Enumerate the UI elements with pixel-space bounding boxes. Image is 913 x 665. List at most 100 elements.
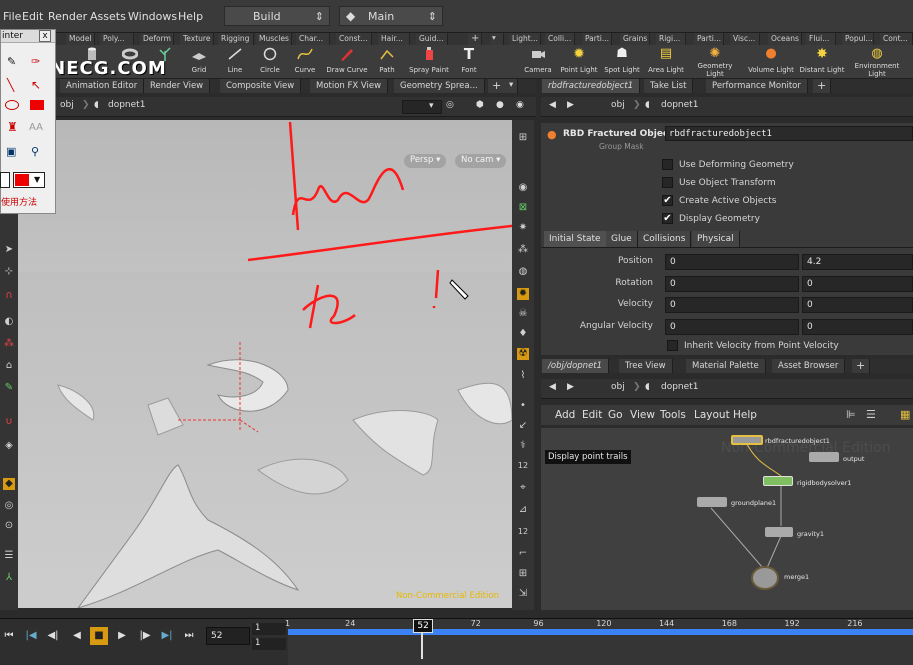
rotation-y-field[interactable]: 0 — [802, 276, 913, 292]
eye-icon[interactable]: ◉ — [517, 182, 529, 194]
list-icon[interactable]: ☰ — [866, 408, 876, 421]
shelf-tool-point-light[interactable]: ✹ Point Light — [558, 47, 600, 79]
shelf-tool-path[interactable]: Path — [368, 47, 406, 79]
jump-end-icon[interactable]: ⏭ — [180, 627, 198, 645]
shelf-tab-parti-2[interactable]: Parti... — [694, 33, 724, 45]
path-root[interactable]: obj — [611, 100, 625, 114]
menu-windows[interactable]: Windows — [128, 10, 177, 23]
pane-menu-icon[interactable]: ▾ — [505, 79, 519, 93]
pose-icon[interactable]: ⌂ — [3, 360, 15, 372]
angular-velocity-y-field[interactable]: 0 — [802, 319, 913, 335]
ellipse-tool-icon[interactable] — [5, 100, 19, 110]
shelf-tab-oceans[interactable]: Oceans — [768, 33, 802, 45]
camera-view-icon[interactable]: ◉ — [516, 100, 524, 114]
create-active-objects-checkbox[interactable]: ✔ — [662, 195, 673, 206]
frame-icon[interactable]: ⌐ — [517, 548, 529, 560]
node-gravity[interactable] — [765, 527, 793, 537]
menu-edit[interactable]: Edit — [22, 10, 43, 23]
highlighter-icon[interactable]: ✑ — [31, 55, 40, 68]
shelf-tab-flui[interactable]: Flui... — [806, 33, 836, 45]
lamp-icon[interactable]: ♦ — [517, 328, 529, 340]
network-editor[interactable]: Non-Commercial Edition Display point tra… — [541, 428, 913, 610]
highlighted-tool-icon[interactable]: ◆ — [3, 478, 15, 490]
pin-tool-icon[interactable]: ↙ — [517, 420, 529, 432]
scroll-icon[interactable]: ☰ — [3, 550, 15, 562]
net-menu-go[interactable]: Go — [608, 409, 623, 421]
prev-key-icon[interactable]: |◀ — [22, 627, 40, 645]
shelf-tool-camera[interactable]: Camera — [520, 47, 556, 79]
shelf-tool-environment-light[interactable]: ◍ Environment Light — [850, 47, 904, 81]
position-x-field[interactable]: 0 — [665, 254, 799, 270]
shelf-tool-draw-curve[interactable]: Draw Curve — [326, 47, 368, 79]
add-tab-icon[interactable]: + — [852, 359, 871, 373]
forward-arrow-icon[interactable]: ▶ — [567, 382, 574, 396]
shelf-tool-circle[interactable]: Circle — [251, 47, 289, 79]
shelf-tab-parti[interactable]: Parti... — [582, 33, 612, 45]
net-menu-view[interactable]: View — [630, 409, 655, 421]
desktop-dropdown[interactable]: Build ⇕ — [224, 6, 330, 26]
sphere-icon[interactable]: ● — [496, 100, 504, 114]
angular-velocity-x-field[interactable]: 0 — [665, 319, 799, 335]
tab-tree-view[interactable]: Tree View — [619, 359, 673, 373]
play-icon[interactable]: ▶ — [113, 627, 131, 645]
use-deforming-geometry-checkbox[interactable] — [662, 159, 673, 170]
shelf-tab-poly[interactable]: Poly... — [100, 33, 134, 45]
start-frame-field-2[interactable]: 1 — [252, 638, 286, 650]
start-frame-field[interactable]: 1 — [252, 623, 286, 635]
shelf-tab-popul[interactable]: Popul... — [842, 33, 874, 45]
scene-viewport[interactable]: Persp ▾ No cam ▾ Non-Commercial Edition — [18, 120, 512, 608]
tab-geometry-spreadsheet[interactable]: Geometry Sprea... — [394, 79, 485, 93]
u-magnet-icon[interactable]: ∪ — [3, 416, 15, 428]
snap-icon[interactable]: ⁂ — [3, 338, 15, 350]
display-geometry-checkbox[interactable]: ✔ — [662, 213, 673, 224]
back-arrow-icon[interactable]: ◀ — [549, 382, 556, 396]
number-12-icon[interactable]: 12 — [517, 460, 529, 472]
paint-icon[interactable]: ✎ — [3, 382, 15, 394]
palette-icon[interactable]: ▦ — [900, 408, 910, 421]
jump-start-icon[interactable]: ⏮ — [0, 627, 18, 645]
tab-performance-monitor[interactable]: Performance Monitor — [706, 79, 808, 93]
layout-dropdown[interactable]: ◆ Main ⇕ — [339, 6, 443, 26]
painter-close-button[interactable]: x — [39, 30, 51, 42]
shelf-tool-curve[interactable]: Curve — [286, 47, 324, 79]
shelf-tab-muscles[interactable]: Muscles — [256, 33, 292, 45]
node-rbdfracturedobject[interactable] — [731, 435, 763, 445]
node-rigidbodysolver[interactable] — [763, 476, 793, 486]
use-object-transform-checkbox[interactable] — [662, 177, 673, 188]
shelf-tab-light[interactable]: Light... — [509, 33, 541, 45]
shelf-tool-grid[interactable]: Grid — [180, 47, 218, 79]
velocity-x-field[interactable]: 0 — [665, 297, 799, 313]
tab-material-palette[interactable]: Material Palette — [686, 359, 766, 373]
net-menu-tools[interactable]: Tools — [660, 409, 686, 421]
tab-collisions[interactable]: Collisions — [638, 231, 692, 247]
step-back-icon[interactable]: ◀| — [44, 627, 62, 645]
path-dropdown[interactable]: ▾ — [402, 100, 442, 114]
menu-assets[interactable]: Assets — [90, 10, 126, 23]
shelf-tab-visc[interactable]: Visc... — [730, 33, 760, 45]
wand-icon[interactable]: ⚕ — [517, 440, 529, 452]
tab-motion-fx-view[interactable]: Motion FX View — [310, 79, 389, 93]
shelf-menu-icon[interactable]: ▾ — [490, 33, 504, 45]
shelf-tab-texture[interactable]: Texture — [180, 33, 214, 45]
light-icon[interactable]: ✷ — [517, 222, 529, 234]
shelf-tool-line[interactable]: Line — [216, 47, 254, 79]
stop-icon[interactable]: ■ — [90, 627, 108, 645]
screen-tool-icon[interactable]: ▣ — [6, 145, 16, 158]
tab-initial-state[interactable]: Initial State — [544, 231, 607, 247]
shelf-tab-model[interactable]: Model — [66, 33, 95, 45]
net-menu-help[interactable]: Help — [733, 409, 757, 421]
shelf-tool-spot-light[interactable]: ☗ Spot Light — [602, 47, 642, 79]
pin-icon[interactable]: ◎ — [446, 100, 454, 114]
add-tab-icon[interactable]: + — [488, 79, 507, 93]
node-merge[interactable] — [751, 566, 779, 590]
display-options-icon[interactable]: ⊞ — [517, 132, 529, 144]
tab-render-view[interactable]: Render View — [144, 79, 211, 93]
tab-glue[interactable]: Glue — [606, 231, 638, 247]
skull-icon[interactable]: ☠ — [517, 308, 529, 320]
select-arrow-icon[interactable]: ➤ — [3, 244, 15, 256]
position-y-field[interactable]: 4.2 — [802, 254, 913, 270]
step-forward-icon[interactable]: |▶ — [136, 627, 154, 645]
shelf-tab-grains[interactable]: Grains — [620, 33, 650, 45]
tab-composite-view[interactable]: Composite View — [220, 79, 302, 93]
shelf-tab-rigging[interactable]: Rigging — [218, 33, 254, 45]
